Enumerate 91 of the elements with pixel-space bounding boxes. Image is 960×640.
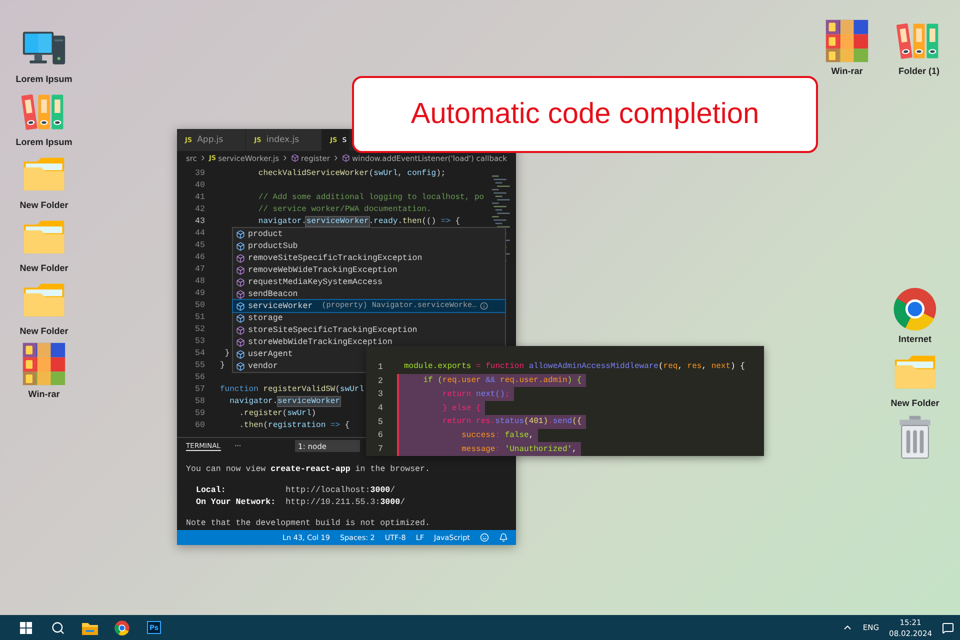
search-icon (51, 620, 65, 634)
cube-icon (236, 278, 245, 286)
icon-label[interactable]: Folder (1) (898, 66, 940, 76)
cube-icon (236, 350, 245, 358)
code-line: .register(swUrl) (238, 408, 316, 418)
cube-icon (236, 314, 245, 322)
cube-icon (236, 266, 245, 274)
icon-label[interactable]: New Folder (20, 263, 68, 273)
icon-label[interactable]: New Folder (20, 326, 68, 336)
code-line: // service worker/PWA documentation. (257, 204, 432, 214)
suggestion-item[interactable]: removeSiteSpecificTrackingException (233, 252, 426, 264)
cube-icon (236, 326, 245, 334)
code-line: module.exports = function alloweAdminAccessMiddleware(req, res, next) { (403, 361, 746, 374)
line-number: 48 (194, 276, 205, 286)
suggestion-item[interactable]: product (233, 228, 286, 240)
icon-label[interactable]: Lorem Ipsum (16, 137, 72, 147)
suggestion-item[interactable]: requestMediaKeySystemAccess (233, 276, 386, 288)
line-number: 47 (194, 264, 205, 274)
cube-icon (236, 290, 245, 298)
line-number: 57 (194, 384, 205, 394)
suggestion-item[interactable]: storeSiteSpecificTrackingException (233, 324, 420, 336)
line-number: 55 (194, 360, 205, 370)
suggestion-item[interactable]: removeWebWideTrackingException (233, 264, 400, 276)
line-number: 59 (194, 408, 205, 418)
code-line: navigator.serviceWorker (228, 396, 340, 406)
line-number: 58 (194, 396, 205, 406)
browser-icon (114, 620, 130, 636)
line-number: 51 (194, 312, 205, 322)
cube-icon (342, 154, 350, 162)
suggestion-item[interactable]: storeWebWideTrackingException (233, 336, 396, 348)
line-number: 50 (194, 300, 205, 310)
terminal-line: Local: http://localhost:3000/ (194, 485, 396, 496)
suggestion-item[interactable]: userAgent (233, 348, 296, 360)
windows-logo-icon (20, 622, 32, 634)
code-line: function registerValidSW(swUrl (220, 384, 364, 394)
code-line: navigator.serviceWorker.ready.then(() => { (257, 216, 460, 226)
suggestion-item[interactable]: productSub (233, 240, 301, 252)
line-number: 54 (194, 348, 205, 358)
line-number: 3 (376, 389, 383, 400)
code-line: checkValidServiceWorker(swUrl, config); (257, 168, 446, 178)
cube-icon (236, 338, 245, 346)
terminal-line: On Your Network: http://10.211.55.3:3000/ (194, 497, 406, 508)
suggestion-item[interactable]: sendBeacon (233, 288, 301, 300)
icon-label[interactable]: New Folder (890, 398, 940, 408)
line-number: 49 (194, 288, 205, 298)
line-number: 39 (194, 168, 205, 178)
icon-label[interactable]: New Folder (20, 200, 68, 210)
callout-banner: Automatic code completion (352, 76, 818, 153)
code-line: .then(registration => { (238, 420, 350, 430)
cube-icon (236, 254, 245, 262)
icon-label[interactable]: Internet (898, 334, 932, 344)
smiley-icon[interactable] (480, 533, 489, 542)
cube-icon (236, 302, 245, 310)
line-number: 40 (194, 180, 205, 190)
line-number: 4 (376, 403, 383, 414)
line-number: 43 (194, 216, 205, 226)
line-number: 56 (194, 372, 205, 382)
folder-icon (82, 620, 98, 634)
code-line: // Add some additional logging to localhost, po (257, 192, 484, 202)
line-number: 42 (194, 204, 205, 214)
terminal-line: You can now view create-react-app in the browser. (186, 464, 431, 475)
line-number: 53 (194, 336, 205, 346)
line-number: 2 (376, 376, 383, 386)
cube-icon (236, 362, 245, 370)
archive-icon (824, 18, 870, 64)
line-number: 41 (194, 192, 205, 202)
code-line: } (220, 360, 225, 370)
icon-label[interactable]: Win-rar (28, 389, 60, 399)
line-number: 46 (194, 252, 205, 262)
cube-icon (291, 154, 300, 162)
terminal-line: Note that the development build is not optimized. (186, 518, 431, 529)
archive-icon (21, 341, 67, 387)
line-number: 52 (194, 324, 205, 334)
line-number: 1 (376, 362, 383, 372)
cube-icon (236, 230, 245, 238)
line-number: 6 (376, 430, 383, 440)
line-number: 60 (194, 420, 205, 430)
line-number: 7 (376, 444, 383, 454)
code-line: } (224, 348, 230, 358)
icon-label[interactable]: Lorem Ipsum (16, 74, 72, 84)
notification-icon[interactable] (942, 622, 954, 634)
suggestion-item[interactable]: storage (233, 312, 286, 324)
line-number: 45 (194, 240, 205, 250)
suggestion-item[interactable]: vendor (233, 360, 281, 372)
bell-icon[interactable] (499, 533, 508, 542)
cube-icon (236, 242, 245, 250)
icon-label[interactable]: Win-rar (831, 66, 863, 76)
info-icon[interactable] (480, 302, 488, 310)
line-number: 44 (194, 228, 205, 238)
browser-icon (892, 286, 938, 332)
line-number: 5 (376, 416, 383, 427)
